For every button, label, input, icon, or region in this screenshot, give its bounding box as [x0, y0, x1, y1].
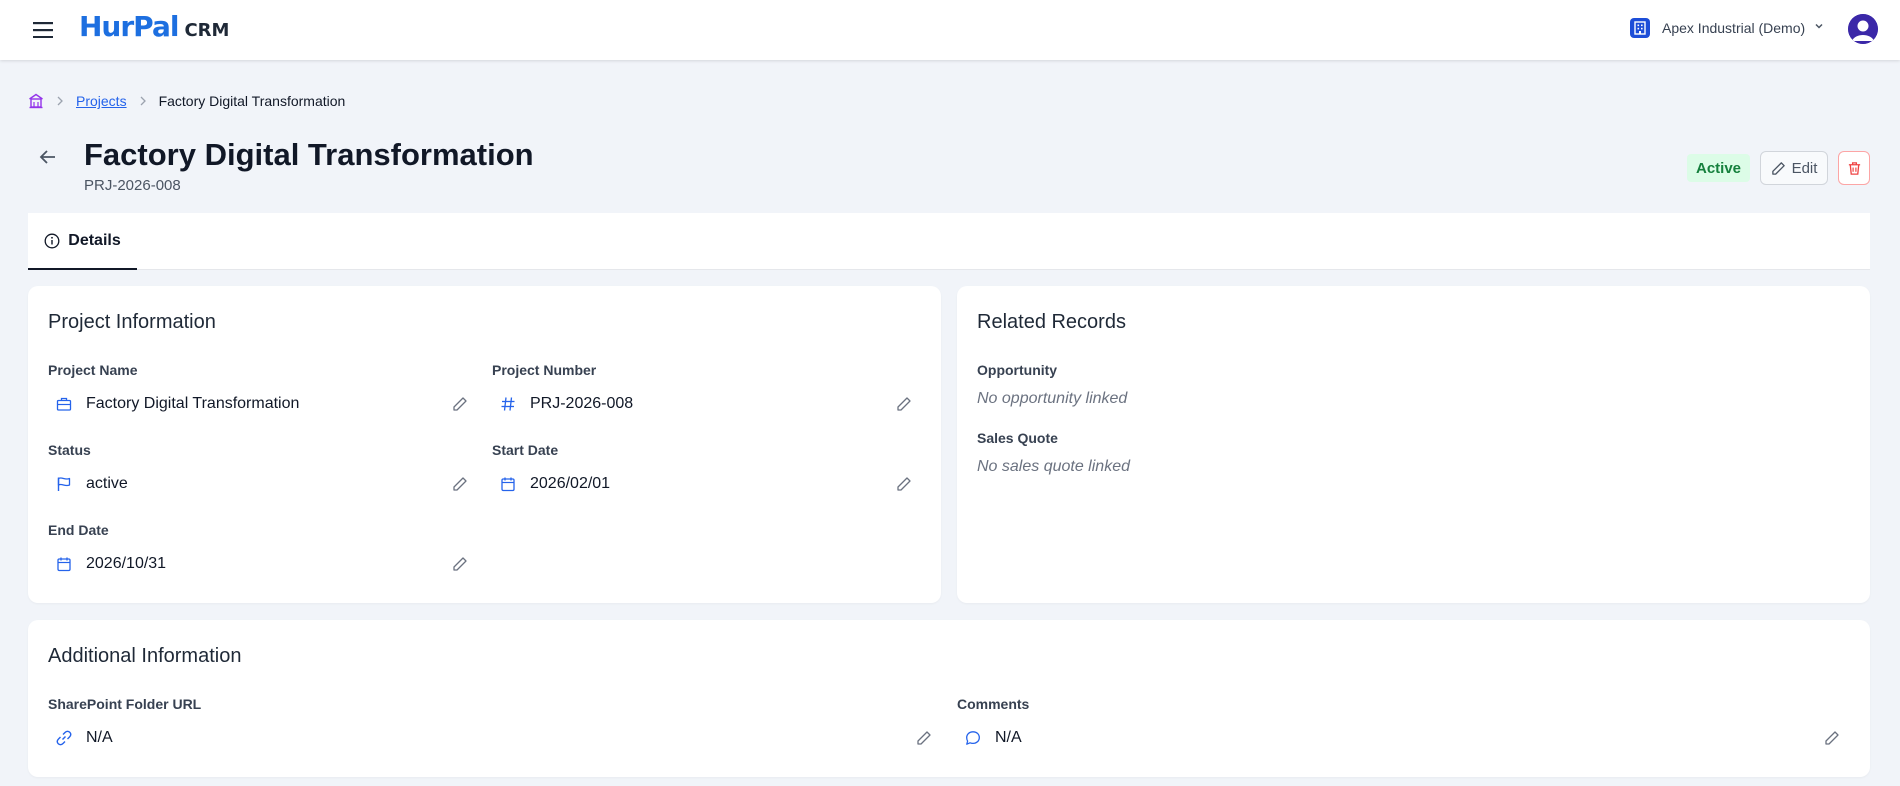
sales-quote-empty-text: No sales quote linked	[977, 458, 1130, 475]
chevron-down-icon	[1813, 19, 1825, 37]
trash-icon	[1848, 161, 1860, 175]
flag-icon	[54, 474, 74, 494]
edit-start-date-pencil-icon[interactable]	[894, 474, 914, 494]
edit-button-label: Edit	[1791, 159, 1818, 177]
pencil-icon	[1771, 161, 1785, 175]
opportunity-label: Opportunity	[977, 362, 1058, 378]
opportunity-empty-text: No opportunity linked	[977, 390, 1128, 407]
delete-button[interactable]	[1838, 151, 1870, 185]
breadcrumb-projects-link[interactable]: Projects	[76, 93, 127, 109]
logo-sub-text: CRM	[184, 20, 230, 41]
comments-value: N/A	[963, 728, 1022, 748]
sharepoint-url-label: SharePoint Folder URL	[48, 696, 202, 712]
message-circle-icon	[963, 728, 983, 748]
comments-label: Comments	[957, 696, 1030, 712]
home-icon[interactable]	[28, 93, 44, 109]
edit-sharepoint-url-pencil-icon[interactable]	[914, 728, 934, 748]
tab-bar: Details	[28, 213, 1870, 270]
edit-end-date-pencil-icon[interactable]	[450, 554, 470, 574]
link-icon	[54, 728, 74, 748]
sales-quote-label: Sales Quote	[977, 430, 1058, 446]
project-number-subtitle: PRJ-2026-008	[84, 177, 181, 194]
back-arrow-icon[interactable]	[36, 145, 60, 169]
avatar[interactable]	[1848, 14, 1878, 44]
info-circle-icon	[44, 233, 60, 248]
edit-project-number-pencil-icon[interactable]	[894, 394, 914, 414]
project-number-label: Project Number	[492, 362, 597, 378]
edit-project-name-pencil-icon[interactable]	[450, 394, 470, 414]
tab-details-label: Details	[68, 231, 121, 249]
page-title: Factory Digital Transformation	[84, 137, 534, 172]
sharepoint-url-value: N/A	[54, 728, 113, 748]
building-icon	[1630, 18, 1650, 38]
status-label: Status	[48, 442, 91, 458]
project-number-value: PRJ-2026-008	[498, 394, 633, 414]
related-records-title: Related Records	[977, 311, 1126, 333]
status-badge: Active	[1687, 154, 1751, 182]
tab-details[interactable]: Details	[28, 213, 137, 270]
project-information-card: Project Information Project Name Factory…	[28, 286, 941, 603]
hamburger-icon[interactable]	[30, 18, 56, 42]
project-name-label: Project Name	[48, 362, 138, 378]
breadcrumb-current: Factory Digital Transformation	[158, 93, 346, 109]
org-switcher[interactable]: Apex Industrial (Demo)	[1630, 18, 1825, 38]
logo-main-text: HurPal	[79, 10, 179, 43]
edit-button[interactable]: Edit	[1760, 151, 1828, 185]
additional-information-title: Additional Information	[48, 645, 242, 667]
edit-status-pencil-icon[interactable]	[450, 474, 470, 494]
chevron-right-icon	[139, 96, 147, 106]
breadcrumb: Projects Factory Digital Transformation	[28, 93, 345, 109]
hash-icon	[498, 394, 518, 414]
project-name-value: Factory Digital Transformation	[54, 394, 299, 414]
project-information-title: Project Information	[48, 311, 216, 333]
calendar-icon	[498, 474, 518, 494]
top-bar: HurPal CRM Apex Industrial (Demo)	[0, 0, 1900, 60]
start-date-label: Start Date	[492, 442, 559, 458]
chevron-right-icon	[56, 96, 64, 106]
related-records-card: Related Records Opportunity No opportuni…	[957, 286, 1870, 603]
start-date-value: 2026/02/01	[498, 474, 610, 494]
org-name: Apex Industrial (Demo)	[1662, 20, 1806, 36]
end-date-label: End Date	[48, 522, 109, 538]
calendar-icon	[54, 554, 74, 574]
app-logo[interactable]: HurPal CRM	[79, 10, 229, 43]
end-date-value: 2026/10/31	[54, 554, 166, 574]
briefcase-icon	[54, 394, 74, 414]
status-value: active	[54, 474, 128, 494]
edit-comments-pencil-icon[interactable]	[1822, 728, 1842, 748]
additional-information-card: Additional Information SharePoint Folder…	[28, 620, 1870, 777]
